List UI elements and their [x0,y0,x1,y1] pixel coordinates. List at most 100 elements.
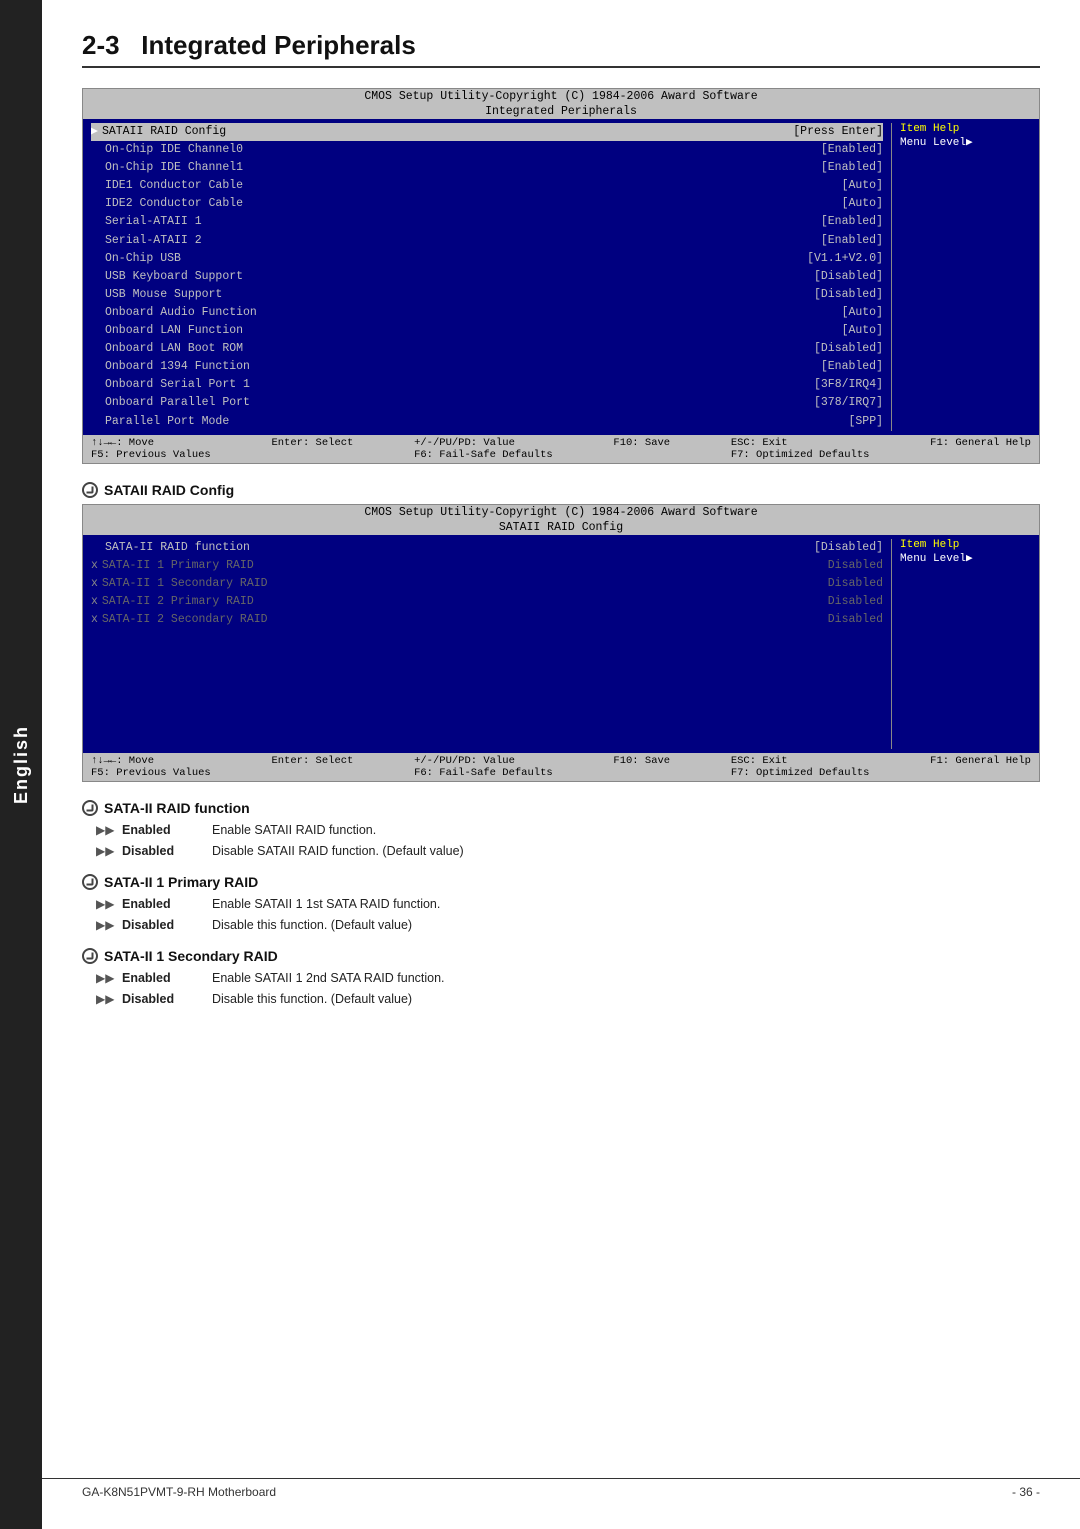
bios1-left: ▶SATAII RAID Config[Press Enter]On-Chip … [91,123,891,431]
bios2-menu-level: Menu Level▶ [900,551,1031,565]
bios1-footer-fail: F6: Fail-Safe Defaults [414,449,553,461]
bios1-row-label-14: Onboard Serial Port 1 [105,377,814,393]
bios1-row-15: Onboard Parallel Port[378/IRQ7] [91,394,883,412]
bios2-row-x-3: x [91,594,98,610]
bios1-row-label-8: USB Keyboard Support [105,269,814,285]
bios1-row-4: IDE2 Conductor Cable[Auto] [91,195,883,213]
section3-heading: SATA-II 1 Primary RAID [82,874,1040,890]
bios1-footer-prev: F5: Previous Values [91,449,211,461]
bios2-row-value-3: Disabled [828,594,883,610]
bios1-row-value-15: [378/IRQ7] [814,395,883,411]
section3-items: ▶▶ Enabled Enable SATAII 1 1st SATA RAID… [96,896,1040,934]
bios2-footer-f1: F1: General Help [930,755,1031,767]
bios1-row-label-12: Onboard LAN Boot ROM [105,341,814,357]
bios2-footer-enter: Enter: Select [271,755,353,767]
section2-heading: SATA-II RAID function [82,800,1040,816]
desc-term-1: Disabled [122,917,212,935]
bios1-row-16: Parallel Port Mode[SPP] [91,413,883,431]
section1-icon [82,482,98,498]
section4-desc: ▶▶ Enabled Enable SATAII 1 2nd SATA RAID… [96,970,1040,1008]
desc-item-0: ▶▶ Enabled Enable SATAII 1 2nd SATA RAID… [96,970,1040,988]
bios2-row-value-0: [Disabled] [814,540,883,556]
bios1-footer-enter: Enter: Select [271,437,353,449]
bios1-row-11: Onboard LAN Function[Auto] [91,322,883,340]
bios2-row-label-1: SATA-II 1 Primary RAID [102,558,828,574]
bios2-footer-col2: Enter: Select [271,755,353,779]
desc-arrow-0: ▶▶ [96,970,116,988]
bios1-footer-move: ↑↓→←: Move [91,437,211,449]
section4-items: ▶▶ Enabled Enable SATAII 1 2nd SATA RAID… [96,970,1040,1008]
section4-icon [82,948,98,964]
bios1-row-13: Onboard 1394 Function[Enabled] [91,358,883,376]
desc-text-1: Disable this function. (Default value) [212,991,1040,1009]
section2-icon [82,800,98,816]
bios2-footer-col4: F10: Save [613,755,670,779]
bios2-row-label-0: SATA-II RAID function [105,540,814,556]
bios1-footer-col3: +/-/PU/PD: Value F6: Fail-Safe Defaults [414,437,553,461]
bios1-row-value-6: [Enabled] [821,233,883,249]
sidebar: English [0,0,42,1529]
bios1-right: Item Help Menu Level▶ [891,123,1031,431]
bios2-right: Item Help Menu Level▶ [891,539,1031,749]
bios1-footer-value: +/-/PU/PD: Value [414,437,553,449]
desc-term-0: Enabled [122,896,212,914]
desc-item-1: ▶▶ Disabled Disable this function. (Defa… [96,917,1040,935]
desc-item-1: ▶▶ Disabled Disable SATAII RAID function… [96,843,1040,861]
bios2-row-x-4: x [91,612,98,628]
bios1-rows: ▶SATAII RAID Config[Press Enter]On-Chip … [91,123,883,431]
bios2-footer-prev: F5: Previous Values [91,767,211,779]
chapter-title: Integrated Peripherals [141,30,416,60]
desc-item-0: ▶▶ Enabled Enable SATAII RAID function. [96,822,1040,840]
bios2-footer-col6: F1: General Help [930,755,1031,779]
bios1-row-2: On-Chip IDE Channel1[Enabled] [91,159,883,177]
bios2-row-4: xSATA-II 2 Secondary RAIDDisabled [91,611,883,629]
bios1-row-value-16: [SPP] [848,414,883,430]
bios2-row-1: xSATA-II 1 Primary RAIDDisabled [91,557,883,575]
bios1-row-14: Onboard Serial Port 1[3F8/IRQ4] [91,376,883,394]
bios-screen-2: CMOS Setup Utility-Copyright (C) 1984-20… [82,504,1040,782]
bios1-row-value-2: [Enabled] [821,160,883,176]
bios2-empty-space [91,629,883,749]
bios1-row-3: IDE1 Conductor Cable[Auto] [91,177,883,195]
bios-screen-1: CMOS Setup Utility-Copyright (C) 1984-20… [82,88,1040,464]
bios1-footer: ↑↓→←: Move F5: Previous Values Enter: Se… [83,435,1039,463]
bios1-footer-col2: Enter: Select [271,437,353,461]
bios1-row-label-5: Serial-ATAII 1 [105,214,821,230]
bios1-row-7: On-Chip USB[V1.1+V2.0] [91,250,883,268]
bios2-footer-col3: +/-/PU/PD: Value F6: Fail-Safe Defaults [414,755,553,779]
bios1-title2: Integrated Peripherals [83,104,1039,119]
bios1-row-label-9: USB Mouse Support [105,287,814,303]
footer-left: GA-K8N51PVMT-9-RH Motherboard [82,1485,276,1499]
desc-arrow-0: ▶▶ [96,896,116,914]
bios1-row-value-14: [3F8/IRQ4] [814,377,883,393]
bios1-row-value-8: [Disabled] [814,269,883,285]
desc-term-0: Enabled [122,970,212,988]
bios1-footer-col6: F1: General Help [930,437,1031,461]
bios1-row-value-5: [Enabled] [821,214,883,230]
sidebar-label: English [11,725,32,804]
bios2-row-2: xSATA-II 1 Secondary RAIDDisabled [91,575,883,593]
bios1-footer-col4: F10: Save [613,437,670,461]
bios2-footer-move: ↑↓→←: Move [91,755,211,767]
bios2-left: SATA-II RAID function[Disabled]xSATA-II … [91,539,891,749]
bios1-row-value-12: [Disabled] [814,341,883,357]
bios1-row-label-1: On-Chip IDE Channel0 [105,142,821,158]
bios2-row-label-3: SATA-II 2 Primary RAID [102,594,828,610]
bios1-row-label-15: Onboard Parallel Port [105,395,814,411]
bios2-footer-col5: ESC: Exit F7: Optimized Defaults [731,755,870,779]
bios1-row-10: Onboard Audio Function[Auto] [91,304,883,322]
bios2-row-x-1: x [91,558,98,574]
chapter-number: 2-3 [82,30,120,60]
section2-items: ▶▶ Enabled Enable SATAII RAID function. … [96,822,1040,860]
bios2-title2: SATAII RAID Config [83,520,1039,535]
bios2-footer-save: F10: Save [613,755,670,767]
bios1-row-label-2: On-Chip IDE Channel1 [105,160,821,176]
bios1-row-label-10: Onboard Audio Function [105,305,842,321]
bios2-row-value-1: Disabled [828,558,883,574]
bios1-row-label-6: Serial-ATAII 2 [105,233,821,249]
bios1-row-label-0: SATAII RAID Config [102,124,793,140]
desc-text-1: Disable SATAII RAID function. (Default v… [212,843,1040,861]
section2-desc: ▶▶ Enabled Enable SATAII RAID function. … [96,822,1040,860]
section2-title: SATA-II RAID function [104,800,250,816]
bios2-footer-fail: F6: Fail-Safe Defaults [414,767,553,779]
